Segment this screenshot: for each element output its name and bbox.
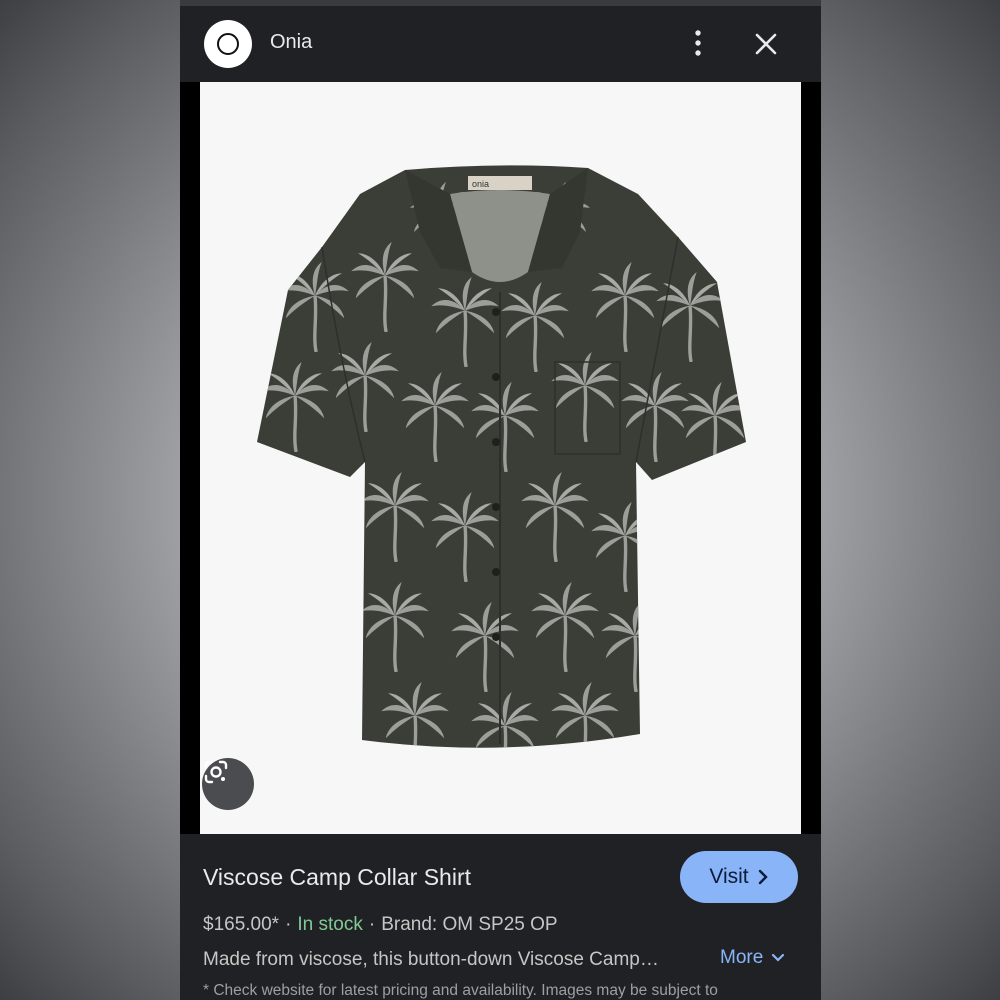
product-image: onia xyxy=(200,82,801,834)
shirt-tag: onia xyxy=(472,179,489,189)
visit-label: Visit xyxy=(709,865,749,888)
product-title[interactable]: Viscose Camp Collar Shirt xyxy=(203,864,471,891)
brand: Brand: OM SP25 OP xyxy=(381,914,558,935)
disclaimer: * Check website for latest pricing and a… xyxy=(203,982,718,999)
shirt-image: onia xyxy=(257,165,746,748)
more-label: More xyxy=(720,947,764,968)
site-name[interactable]: Onia xyxy=(270,31,312,54)
onia-logo-icon[interactable] xyxy=(204,20,252,68)
more-button[interactable]: More xyxy=(720,947,785,969)
product-meta: $165.00* · In stock · Brand: OM SP25 OP xyxy=(203,914,558,935)
close-icon[interactable] xyxy=(750,28,782,60)
chevron-right-icon xyxy=(758,869,768,885)
product-info: Viscose Camp Collar Shirt Visit $165.00*… xyxy=(180,834,821,1000)
chevron-down-icon xyxy=(772,953,785,962)
image-viewer-panel: Onia onia Viscose Camp Collar Shirt Visi… xyxy=(180,0,821,1000)
google-lens-button[interactable] xyxy=(202,758,254,810)
google-lens-icon xyxy=(204,760,228,784)
product-description: Made from viscose, this button-down Visc… xyxy=(203,949,659,970)
viewer-header: Onia xyxy=(180,0,821,82)
price: $165.00* xyxy=(203,914,280,935)
stock-status: In stock xyxy=(297,914,363,935)
visit-button[interactable]: Visit xyxy=(680,851,798,903)
more-vert-icon[interactable] xyxy=(688,28,708,58)
